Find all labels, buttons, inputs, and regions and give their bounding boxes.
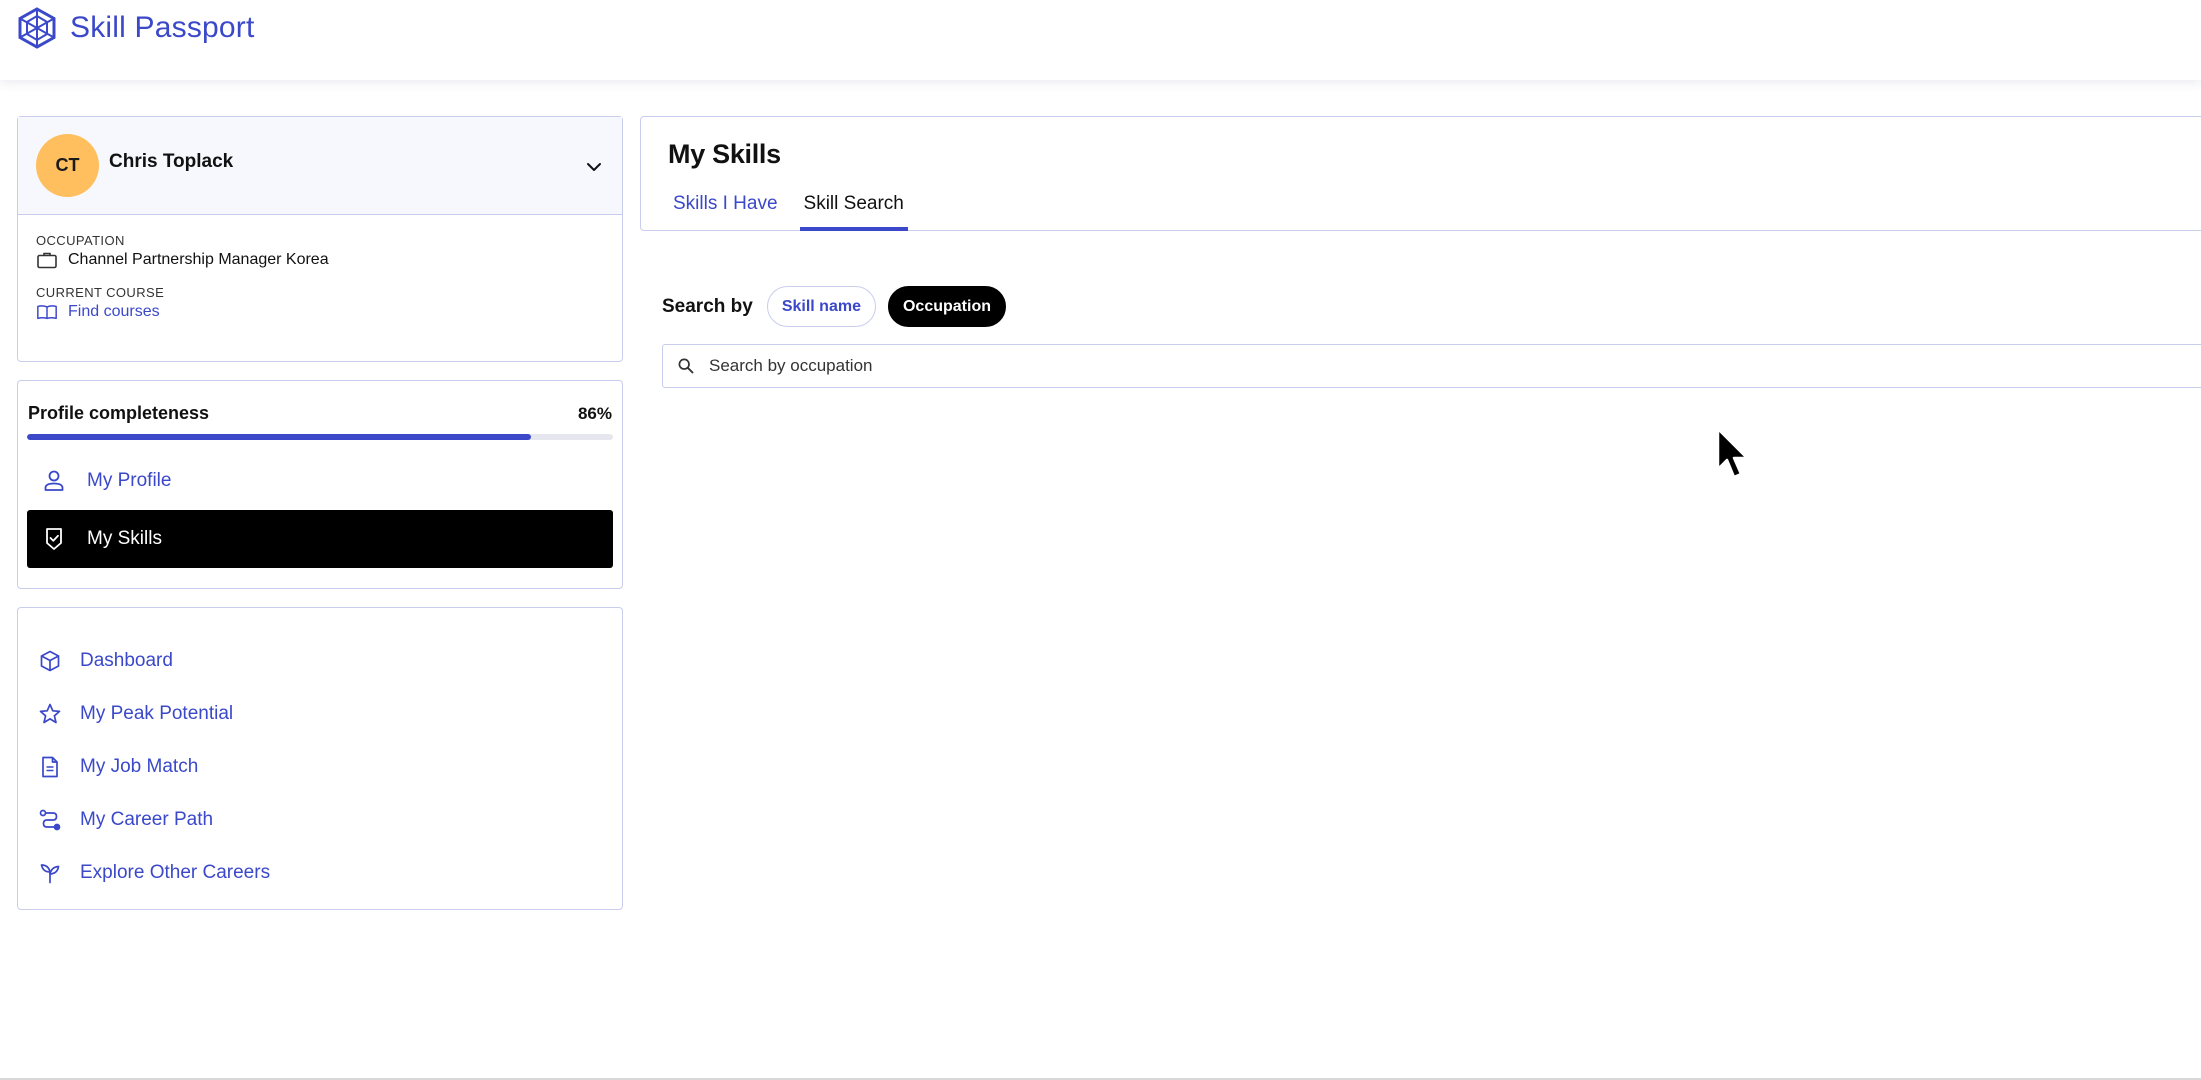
progress-title: Profile completeness: [28, 403, 210, 423]
skill-name-toggle[interactable]: Skill name: [766, 286, 876, 327]
progress-percent: 86%: [577, 403, 612, 423]
open-book-icon: [37, 305, 57, 320]
occupation-label: OCCUPATION: [36, 233, 125, 248]
nav-dashboard-label: Dashboard: [80, 649, 173, 671]
nav-my-career-path[interactable]: My Career Path: [18, 793, 622, 846]
nav-my-job-match[interactable]: My Job Match: [18, 740, 622, 793]
occupation-search-input[interactable]: [709, 356, 2109, 376]
nav-my-job-match-label: My Job Match: [80, 755, 199, 777]
document-icon: [42, 756, 58, 777]
top-bar: Skill Passport: [0, 0, 2201, 80]
search-by-group: Search by Skill name Occupation: [662, 286, 1006, 327]
search-icon: [678, 358, 694, 374]
profile-completeness-card: Profile completeness 86% My Profile My S…: [17, 380, 623, 589]
nav-my-peak-potential[interactable]: My Peak Potential: [18, 687, 622, 740]
progress-bar-fill: [27, 434, 531, 440]
nav-explore-other-careers-label: Explore Other Careers: [80, 861, 271, 883]
profile-card: CT Chris Toplack OCCUPATION Channel Part…: [17, 116, 623, 362]
occupation-row: Channel Partnership Manager Korea: [36, 251, 604, 269]
avatar: CT: [36, 134, 99, 197]
user-name: Chris Toplack: [109, 150, 234, 172]
person-icon: [44, 470, 64, 491]
profile-details: OCCUPATION Channel Partnership Manager K…: [18, 215, 622, 339]
nav-dashboard[interactable]: Dashboard: [18, 634, 622, 687]
tab-skill-search[interactable]: Skill Search: [799, 189, 908, 231]
tab-bar: Skills I Have Skill Search: [669, 189, 926, 231]
nav-my-profile[interactable]: My Profile: [27, 452, 613, 510]
brand-name: Skill Passport: [70, 11, 255, 44]
sprout-icon: [40, 863, 60, 883]
page-title: My Skills: [668, 139, 781, 169]
occupation-toggle[interactable]: Occupation: [887, 286, 1006, 327]
progress-header: Profile completeness 86%: [27, 403, 613, 424]
mouse-cursor-icon: [1716, 427, 1749, 479]
main-nav-card: Dashboard My Peak Potential My Job Match…: [17, 607, 623, 910]
occupation-value: Channel Partnership Manager Korea: [68, 251, 329, 268]
nav-my-skills-label: My Skills: [87, 528, 162, 549]
search-box[interactable]: [662, 344, 2201, 388]
nav-my-skills[interactable]: My Skills: [27, 510, 613, 568]
chevron-down-icon[interactable]: [584, 157, 604, 177]
nav-my-peak-potential-label: My Peak Potential: [80, 702, 234, 724]
progress-bar: [27, 434, 613, 440]
nav-my-profile-label: My Profile: [87, 470, 172, 491]
hexagon-globe-icon: [18, 7, 56, 49]
search-by-label: Search by: [662, 295, 753, 317]
shield-check-icon: [46, 528, 62, 550]
nav-explore-other-careers[interactable]: Explore Other Careers: [18, 846, 622, 899]
brand[interactable]: Skill Passport: [16, 6, 255, 50]
current-course-label: CURRENT COURSE: [36, 285, 165, 300]
course-row[interactable]: Find courses: [36, 303, 604, 321]
nav-my-career-path-label: My Career Path: [80, 808, 214, 830]
tab-skills-i-have[interactable]: Skills I Have: [669, 189, 782, 231]
avatar-initials: CT: [55, 155, 80, 175]
profile-header[interactable]: CT Chris Toplack: [18, 117, 622, 215]
find-courses-link[interactable]: Find courses: [68, 303, 160, 321]
cube-icon: [40, 650, 60, 671]
route-icon: [39, 809, 61, 830]
my-skills-header-card: My Skills Skills I Have Skill Search: [640, 116, 2201, 231]
briefcase-icon: [37, 252, 57, 269]
star-icon: [39, 703, 61, 723]
